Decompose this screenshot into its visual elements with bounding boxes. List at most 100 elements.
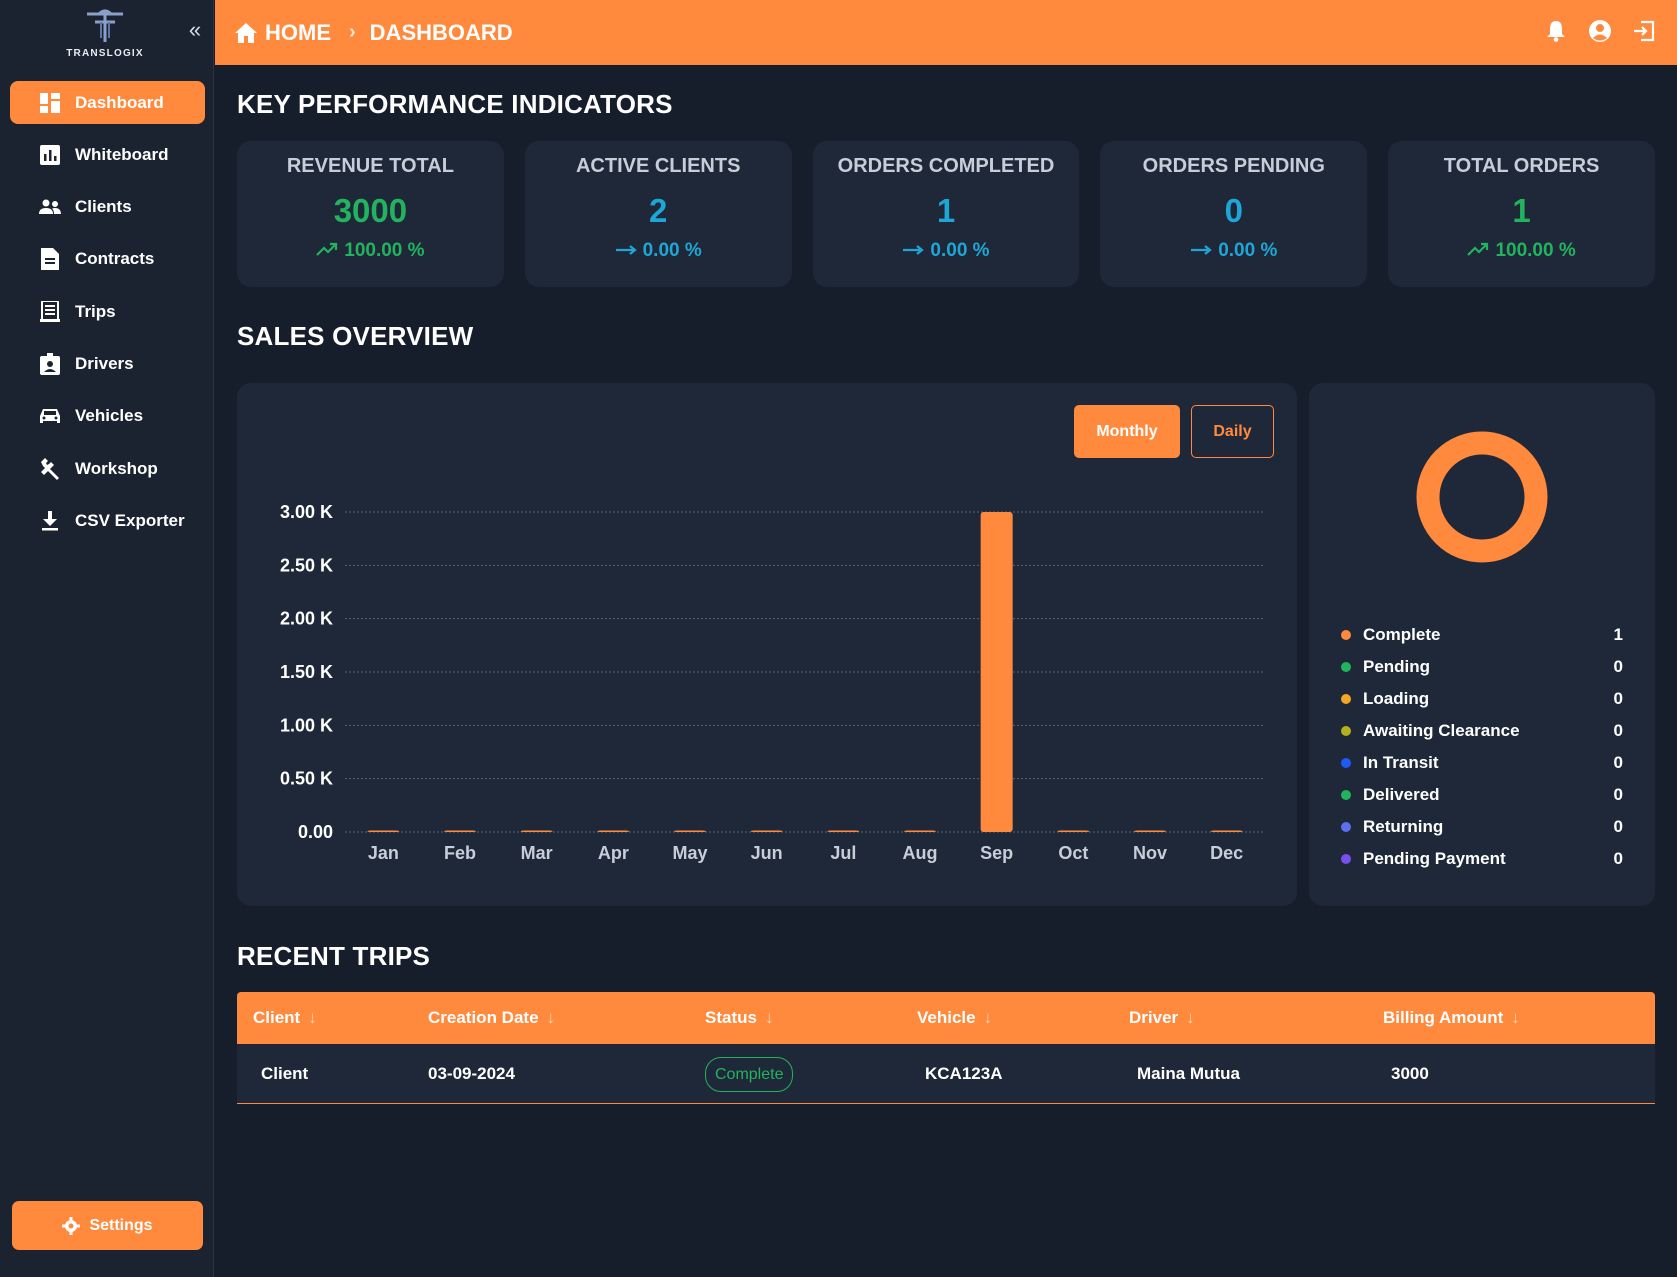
- sidebar-item-label: Drivers: [75, 353, 134, 373]
- breadcrumb: HOME › DASHBOARD: [235, 20, 513, 46]
- kpi-card-revenue-total: REVENUE TOTAL 3000 100.00 %: [237, 141, 504, 287]
- x-tick-label: Jan: [368, 843, 399, 863]
- daily-button[interactable]: Daily: [1191, 405, 1274, 458]
- bar-chart-icon: [39, 144, 61, 166]
- bar-jan: [367, 830, 400, 832]
- table-header: Client ↓ Creation Date ↓ Status ↓ Vehicle ↓ …: [237, 992, 1655, 1044]
- sidebar-item-workshop[interactable]: Workshop: [10, 447, 205, 490]
- arrow-right-icon: [1190, 240, 1212, 262]
- breadcrumb-home[interactable]: HOME: [265, 20, 331, 46]
- kpi-change-value: 100.00 %: [344, 240, 425, 261]
- column-header-creation-date[interactable]: Creation Date ↓: [412, 1008, 689, 1028]
- kpi-label: ORDERS PENDING: [1142, 155, 1325, 177]
- brand-logo: TRANSLOGIX: [55, 8, 155, 64]
- kpi-change: 0.00 %: [813, 240, 1080, 262]
- sidebar-item-label: Dashboard: [75, 92, 164, 112]
- settings-button[interactable]: Settings: [12, 1201, 203, 1250]
- legend-label: In Transit: [1363, 753, 1439, 772]
- x-tick-label: Mar: [521, 843, 553, 863]
- sidebar-item-clients[interactable]: Clients: [10, 186, 205, 229]
- kpi-change: 100.00 %: [1388, 240, 1655, 262]
- y-tick-label: 2.50 K: [280, 555, 333, 575]
- breadcrumb-separator: ›: [349, 21, 356, 43]
- legend-item: Pending 0: [1341, 651, 1623, 683]
- column-header-vehicle[interactable]: Vehicle ↓: [901, 1008, 1113, 1028]
- kpi-title: KEY PERFORMANCE INDICATORS: [237, 89, 673, 119]
- legend-item: Pending Payment 0: [1341, 843, 1623, 875]
- column-header-driver[interactable]: Driver ↓: [1113, 1008, 1367, 1028]
- sidebar-item-label: Whiteboard: [75, 144, 169, 164]
- x-tick-label: Apr: [598, 843, 629, 863]
- y-tick-label: 0.00: [298, 822, 333, 842]
- sidebar-item-label: CSV Exporter: [75, 510, 185, 530]
- legend-item: Returning 0: [1341, 811, 1623, 843]
- sidebar-item-dashboard[interactable]: Dashboard: [10, 81, 205, 124]
- bar-oct: [1057, 830, 1090, 832]
- column-header-client[interactable]: Client ↓: [237, 1008, 412, 1028]
- column-header-label: Client: [253, 1008, 301, 1027]
- kpi-label: REVENUE TOTAL: [286, 155, 454, 177]
- sort-arrow-icon: ↓: [1511, 1008, 1520, 1027]
- cell-client: Client: [261, 1063, 309, 1083]
- badge-icon: [39, 352, 61, 375]
- sort-arrow-icon: ↓: [546, 1008, 556, 1027]
- sidebar-nav: Dashboard Whiteboard Clients Contracts T…: [10, 81, 205, 552]
- legend-label: Pending Payment: [1363, 849, 1506, 868]
- legend-dot: [1341, 790, 1351, 800]
- settings-label: Settings: [89, 1216, 153, 1234]
- column-header-status[interactable]: Status ↓: [689, 1008, 901, 1028]
- legend-count: 0: [1613, 785, 1623, 804]
- column-header-billing-amount[interactable]: Billing Amount ↓: [1367, 1008, 1655, 1028]
- x-tick-label: Dec: [1210, 843, 1243, 863]
- home-icon[interactable]: [235, 22, 257, 43]
- logout-icon[interactable]: [1631, 18, 1657, 44]
- x-tick-label: May: [672, 843, 707, 863]
- column-header-label: Creation Date: [428, 1008, 539, 1027]
- legend-label: Pending: [1363, 657, 1431, 676]
- x-tick-label: Jul: [830, 843, 856, 863]
- legend-dot: [1341, 630, 1351, 640]
- legend-dot: [1341, 822, 1351, 832]
- bell-icon[interactable]: [1543, 18, 1569, 44]
- bar-sep: [980, 512, 1013, 832]
- kpi-row: REVENUE TOTAL 3000 100.00 % ACTIVE CLIEN…: [237, 141, 1655, 287]
- monthly-button[interactable]: Monthly: [1074, 405, 1180, 458]
- sidebar-item-trips[interactable]: Trips: [10, 290, 205, 333]
- sidebar-item-contracts[interactable]: Contracts: [10, 238, 205, 281]
- sidebar-item-csv-exporter[interactable]: CSV Exporter: [10, 499, 205, 542]
- legend-count: 0: [1613, 657, 1623, 676]
- translogix-logo-icon: [87, 9, 123, 42]
- brand-logo-text: TRANSLOGIX: [66, 48, 144, 59]
- top-bar-actions: [1543, 18, 1657, 44]
- double-chevron-left-icon[interactable]: «: [184, 19, 206, 42]
- sort-arrow-icon: ↓: [764, 1008, 774, 1027]
- sidebar: TRANSLOGIX « Dashboard Whiteboard Client…: [0, 0, 214, 1277]
- legend-dot: [1341, 662, 1351, 672]
- bar-may: [674, 830, 706, 832]
- gear-icon: [62, 1216, 81, 1235]
- status-legend: Complete 1 Pending 0 Loading 0 Awaiting Cle…: [1341, 619, 1623, 875]
- account-icon[interactable]: [1587, 18, 1613, 44]
- sidebar-item-whiteboard[interactable]: Whiteboard: [10, 133, 205, 176]
- people-icon: [39, 196, 61, 218]
- sales-title: SALES OVERVIEW: [237, 321, 474, 351]
- bar-nov: [1134, 830, 1166, 832]
- kpi-value: 1: [936, 192, 956, 229]
- x-tick-label: Sep: [980, 843, 1013, 863]
- sidebar-item-label: Clients: [75, 197, 132, 217]
- kpi-change-value: 0.00 %: [1218, 240, 1278, 261]
- recent-trips-table: Client ↓ Creation Date ↓ Status ↓ Vehicle ↓ …: [237, 992, 1655, 1104]
- kpi-label: ACTIVE CLIENTS: [575, 155, 741, 177]
- kpi-card-total-orders: TOTAL ORDERS 1 100.00 %: [1388, 141, 1655, 287]
- sort-arrow-icon: ↓: [308, 1008, 317, 1027]
- arrow-right-icon: [902, 240, 925, 262]
- x-tick-label: Feb: [444, 843, 476, 863]
- sidebar-item-drivers[interactable]: Drivers: [10, 342, 205, 385]
- dashboard-icon: [39, 92, 61, 114]
- x-tick-label: Jun: [751, 843, 783, 863]
- sidebar-item-vehicles[interactable]: Vehicles: [10, 395, 205, 438]
- kpi-value: 1: [1512, 192, 1531, 229]
- bar-feb: [444, 830, 476, 832]
- table-row[interactable]: Client 03-09-2024 Complete KCA123A Maina…: [237, 1044, 1655, 1104]
- sales-bar-chart: 0.00 0.50 K 1.00 K 1.50 K 2.00 K 2.50 K 3.00 K…: [280, 502, 1265, 863]
